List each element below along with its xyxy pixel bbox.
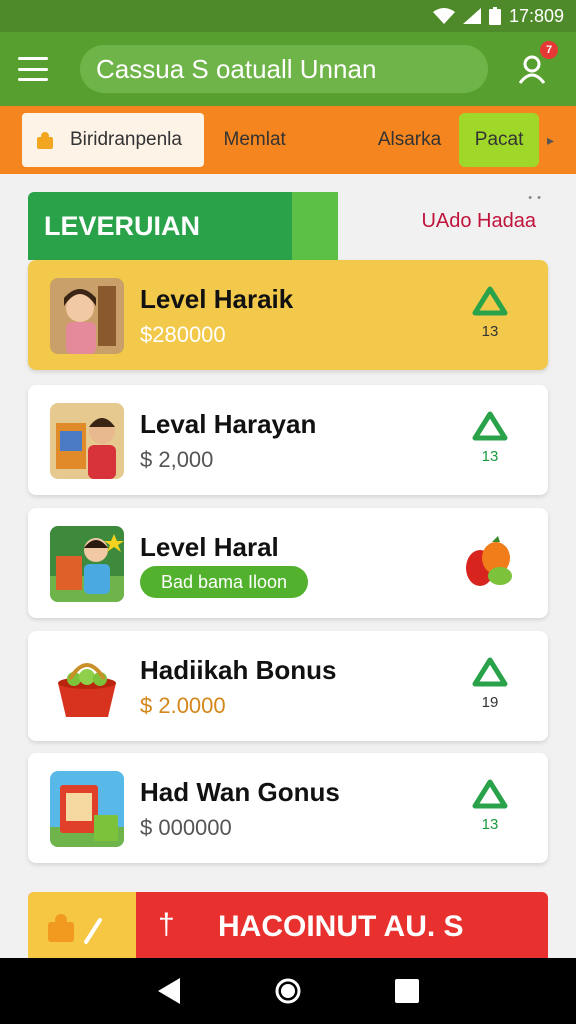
banner-mark: † bbox=[158, 908, 175, 941]
section-accent bbox=[292, 192, 338, 260]
notification-badge: 7 bbox=[540, 41, 558, 59]
item-thumbnail bbox=[50, 649, 124, 725]
rank-indicator: 13 bbox=[470, 286, 510, 340]
tab-memlat[interactable]: Memlat bbox=[224, 129, 286, 151]
section-title: LEVERUIAN bbox=[28, 192, 292, 260]
status-pill[interactable]: Bad bama Iloon bbox=[140, 566, 308, 598]
item-thumbnail bbox=[50, 278, 124, 354]
list-item[interactable]: Level Haraik $280000 13 bbox=[28, 260, 548, 370]
item-title: Level Haral bbox=[140, 532, 279, 562]
rank-indicator: 13 bbox=[470, 411, 510, 465]
rank-number: 13 bbox=[481, 323, 499, 340]
tab-alsarka[interactable]: Alsarka bbox=[378, 129, 441, 151]
battery-icon bbox=[488, 7, 501, 25]
more-dots-icon: • • bbox=[528, 192, 542, 204]
back-button[interactable] bbox=[149, 971, 189, 1011]
profile-button[interactable]: 7 bbox=[516, 41, 558, 85]
recents-square-icon bbox=[394, 979, 419, 1003]
rank-indicator: 19 bbox=[470, 657, 510, 711]
up-triangle-icon bbox=[472, 411, 508, 441]
list-item[interactable]: Hadiikah Bonus $ 2.0000 19 bbox=[28, 631, 548, 741]
tab-biridranpenla[interactable]: Biridranpenla bbox=[22, 113, 204, 167]
item-title: Hadiikah Bonus bbox=[140, 655, 337, 685]
promo-banner[interactable]: † HACOINUT AU. S bbox=[28, 892, 548, 966]
search-text: Cassua S oatuall Unnan bbox=[96, 53, 377, 84]
list-item[interactable]: Leval Harayan $ 2,000 13 bbox=[28, 385, 548, 495]
system-nav-bar bbox=[0, 958, 576, 1024]
item-thumbnail bbox=[50, 771, 124, 847]
search-field[interactable]: Cassua S oatuall Unnan bbox=[80, 45, 488, 93]
puzzle-icon bbox=[48, 914, 102, 944]
fruit-icon bbox=[466, 536, 512, 586]
home-button[interactable] bbox=[268, 971, 308, 1011]
banner-logo-panel bbox=[28, 892, 136, 966]
category-tabs: Biridranpenla Memlat Alsarka Pacat ▸ bbox=[0, 106, 576, 174]
signal-icon bbox=[462, 8, 481, 24]
up-triangle-icon bbox=[472, 779, 508, 809]
rank-number: 19 bbox=[481, 694, 499, 711]
puzzle-icon bbox=[37, 132, 53, 149]
home-circle-icon bbox=[275, 978, 301, 1004]
tab-pacat[interactable]: Pacat bbox=[459, 113, 539, 167]
wifi-icon bbox=[432, 8, 455, 24]
item-title: Level Haraik bbox=[140, 284, 294, 314]
user-icon bbox=[518, 55, 546, 84]
item-price: $280000 bbox=[140, 322, 226, 347]
item-badge bbox=[462, 536, 518, 593]
up-triangle-icon bbox=[472, 657, 508, 687]
rank-number: 13 bbox=[481, 816, 499, 833]
section-header: LEVERUIAN • • UAdo Hadaa bbox=[28, 192, 548, 260]
app-bar: Cassua S oatuall Unnan 7 bbox=[0, 32, 576, 106]
status-bar: 17:809 bbox=[0, 0, 576, 32]
banner-title: HACOINUT AU. S bbox=[218, 910, 464, 943]
menu-icon[interactable] bbox=[18, 57, 48, 81]
item-title: Leval Harayan bbox=[140, 409, 317, 439]
item-price: $ 000000 bbox=[140, 815, 232, 840]
rank-number: 13 bbox=[481, 448, 499, 465]
back-triangle-icon bbox=[158, 978, 181, 1004]
item-price: $ 2.0000 bbox=[140, 693, 226, 718]
item-price: $ 2,000 bbox=[140, 447, 214, 472]
up-triangle-icon bbox=[472, 286, 508, 316]
list-item[interactable]: Had Wan Gonus $ 000000 13 bbox=[28, 753, 548, 863]
tab-label: Biridranpenla bbox=[70, 129, 182, 150]
item-thumbnail bbox=[50, 526, 124, 602]
item-thumbnail bbox=[50, 403, 124, 479]
status-time: 17:809 bbox=[508, 5, 564, 26]
item-title: Had Wan Gonus bbox=[140, 777, 340, 807]
recents-button[interactable] bbox=[387, 971, 427, 1011]
chevron-right-icon[interactable]: ▸ bbox=[547, 132, 554, 149]
list-item[interactable]: Level Haral Bad bama Iloon bbox=[28, 508, 548, 618]
see-all-link[interactable]: UAdo Hadaa bbox=[421, 210, 536, 233]
rank-indicator: 13 bbox=[470, 779, 510, 833]
